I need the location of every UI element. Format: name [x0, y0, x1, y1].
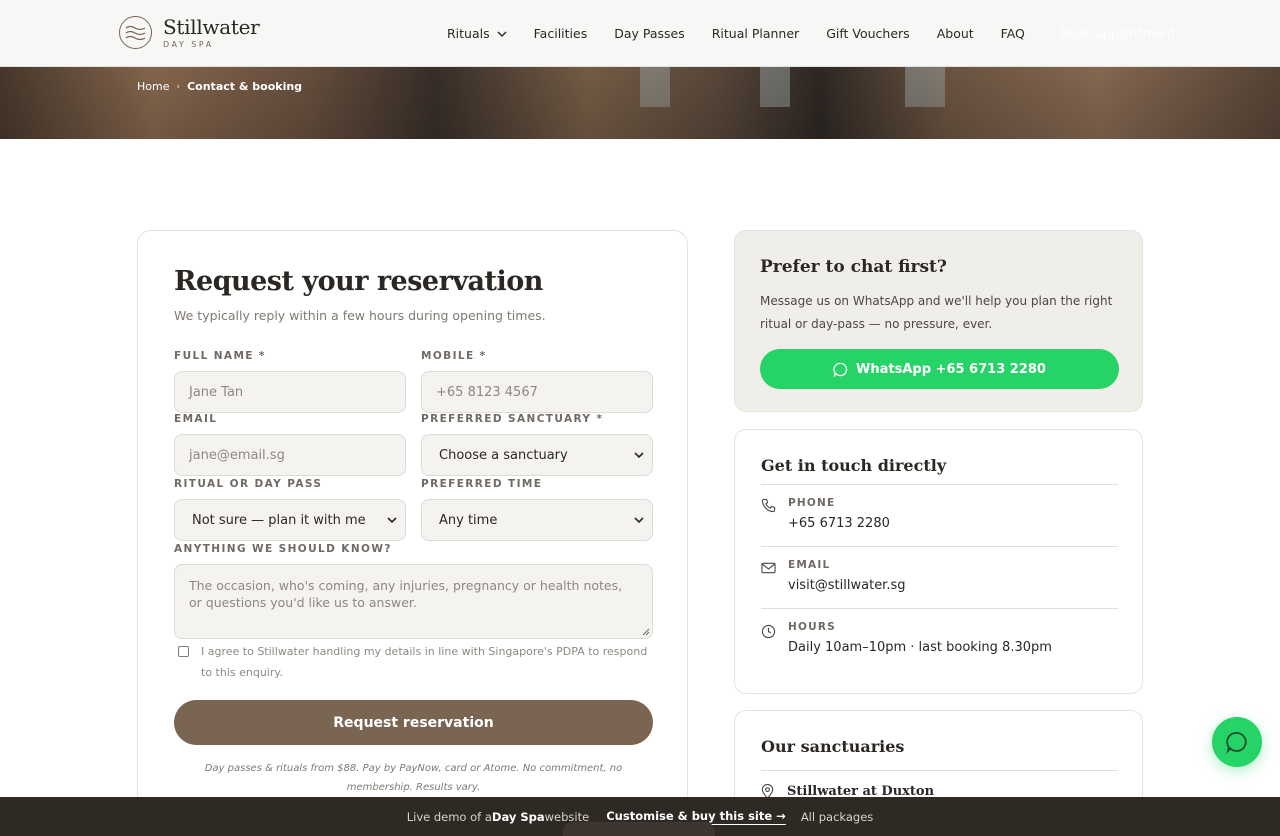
notes-textarea[interactable]: The occasion, who's coming, any injuries… — [174, 564, 653, 639]
full-name-label: FULL NAME * — [174, 350, 266, 362]
nav-ritual-planner[interactable]: Ritual Planner — [712, 26, 799, 41]
divider — [761, 608, 1118, 609]
demo-toolbar-tab[interactable] — [563, 822, 715, 836]
sanctuaries-title: Our sanctuaries — [761, 737, 905, 756]
nav-rituals-label: Rituals — [447, 26, 490, 41]
chevron-down-icon — [634, 517, 644, 523]
email-label: EMAIL — [788, 559, 831, 571]
phone-label: PHONE — [788, 497, 836, 509]
nav-facilities[interactable]: Facilities — [534, 26, 588, 41]
logo-subtitle: DAY SPA — [163, 40, 214, 49]
phone-icon — [761, 498, 776, 513]
sanctuary-label: PREFERRED SANCTUARY * — [421, 413, 604, 425]
clock-icon — [761, 624, 776, 639]
phone-value[interactable]: +65 6713 2280 — [788, 516, 890, 531]
consent-checkbox[interactable] — [178, 646, 189, 657]
contact-card: Get in touch directly PHONE +65 6713 228… — [734, 429, 1143, 694]
consent-text: I agree to Stillwater handling my detail… — [201, 645, 648, 679]
main-nav: Rituals Facilities Day Passes Ritual Pla… — [447, 26, 1202, 41]
nav-about[interactable]: About — [937, 26, 974, 41]
chevron-down-icon — [387, 517, 397, 523]
logo-name: Stillwater — [163, 15, 260, 39]
breadcrumb-separator-icon: › — [176, 81, 181, 92]
site-header: Stillwater DAY SPA Rituals Facilities Da… — [0, 0, 1280, 67]
chat-card-title: Prefer to chat first? — [760, 257, 947, 277]
reservation-form: Request your reservation We typically re… — [137, 230, 688, 830]
all-packages-link[interactable]: All packages — [801, 810, 873, 824]
ritual-select[interactable]: Not sure — plan it with me — [174, 499, 406, 541]
nav-faq[interactable]: FAQ — [1001, 26, 1025, 41]
logo[interactable]: Stillwater DAY SPA — [119, 15, 260, 49]
demo-prefix: Live demo of a — [406, 809, 492, 824]
nav-day-passes[interactable]: Day Passes — [614, 26, 685, 41]
whatsapp-icon — [833, 362, 848, 377]
chevron-down-icon — [497, 31, 507, 37]
resize-handle-icon[interactable] — [642, 628, 650, 636]
whatsapp-button-label: WhatsApp +65 6713 2280 — [856, 361, 1046, 377]
ritual-label: RITUAL OR DAY PASS — [174, 478, 323, 490]
whatsapp-button[interactable]: WhatsApp +65 6713 2280 — [760, 349, 1119, 389]
request-reservation-button[interactable]: Request reservation — [174, 700, 653, 745]
time-select[interactable]: Any time — [421, 499, 653, 541]
notes-label: ANYTHING WE SHOULD KNOW? — [174, 543, 392, 555]
nav-rituals[interactable]: Rituals — [447, 26, 507, 41]
sanctuary-select[interactable]: Choose a sanctuary — [421, 434, 653, 476]
chevron-down-icon — [634, 452, 644, 458]
chat-first-card: Prefer to chat first? Message us on What… — [734, 230, 1143, 412]
hero-overlay — [0, 67, 1280, 139]
consent-row: I agree to Stillwater handling my detail… — [178, 645, 653, 683]
form-title: Request your reservation — [174, 266, 543, 297]
notes-placeholder: The occasion, who's coming, any injuries… — [189, 578, 623, 610]
floating-chat-button[interactable] — [1212, 717, 1262, 767]
nav-gift-vouchers[interactable]: Gift Vouchers — [826, 26, 910, 41]
book-appointment-link[interactable]: Book appointment — [1060, 26, 1175, 41]
breadcrumb: Home › Contact & booking — [137, 80, 302, 93]
chat-card-text: Message us on WhatsApp and we'll help yo… — [760, 294, 1113, 331]
mail-icon — [761, 562, 776, 574]
hero-image: Home › Contact & booking — [0, 67, 1280, 139]
sanctuary-select-value: Choose a sanctuary — [439, 447, 568, 463]
breadcrumb-current: Contact & booking — [187, 80, 303, 93]
contact-card-title: Get in touch directly — [761, 456, 947, 475]
demo-type: Day Spa — [491, 809, 545, 824]
email-input[interactable]: jane@email.sg — [174, 434, 406, 476]
divider — [761, 484, 1118, 485]
breadcrumb-home[interactable]: Home — [137, 80, 169, 93]
divider — [761, 770, 1118, 771]
full-name-input[interactable]: Jane Tan — [174, 371, 406, 413]
ritual-select-value: Not sure — plan it with me — [192, 512, 366, 528]
hours-label: HOURS — [788, 621, 836, 633]
email-label: EMAIL — [174, 413, 218, 425]
divider — [761, 546, 1118, 547]
waves-icon — [119, 16, 152, 49]
hours-value: Daily 10am–10pm · last booking 8.30pm — [788, 640, 1052, 655]
mobile-label: MOBILE * — [421, 350, 487, 362]
email-value[interactable]: visit@stillwater.sg — [788, 578, 906, 593]
pricing-note: Day passes & rituals from $88. Pay by Pa… — [204, 763, 623, 793]
time-select-value: Any time — [439, 512, 498, 528]
time-label: PREFERRED TIME — [421, 478, 543, 490]
form-subtitle: We typically reply within a few hours du… — [174, 308, 546, 323]
chat-bubble-icon — [1226, 732, 1247, 754]
mobile-input[interactable]: +65 8123 4567 — [421, 371, 653, 413]
